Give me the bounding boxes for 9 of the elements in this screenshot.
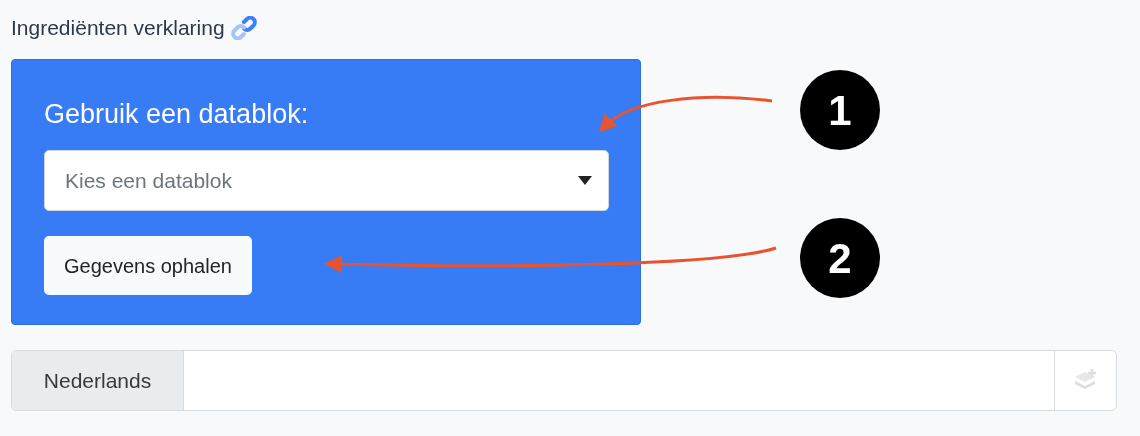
- section-title: Ingrediënten verklaring: [11, 15, 225, 42]
- datablock-select[interactable]: Kies een datablok: [44, 150, 609, 211]
- language-label: Nederlands: [12, 351, 184, 410]
- number-badge: 1: [800, 70, 880, 150]
- number-badge: 2: [800, 218, 880, 298]
- fetch-data-button[interactable]: Gegevens ophalen: [44, 236, 252, 295]
- caret-icon: [578, 176, 592, 185]
- link-icon[interactable]: [230, 16, 257, 40]
- panel-heading: Gebruik een datablok:: [44, 98, 310, 131]
